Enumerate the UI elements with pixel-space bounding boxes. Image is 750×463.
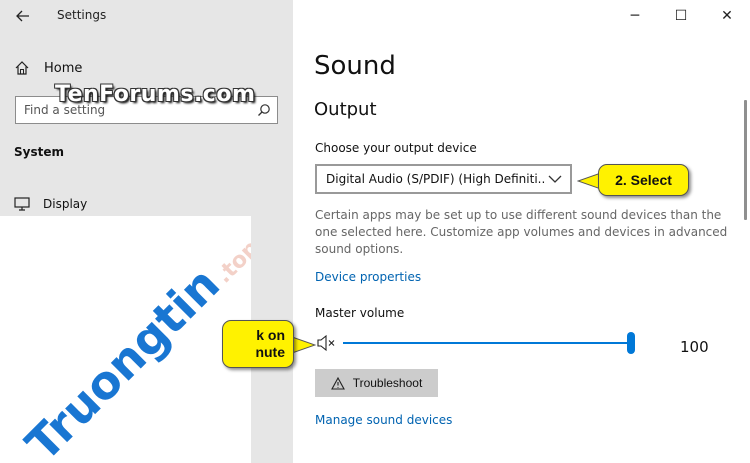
search-icon[interactable]	[257, 103, 271, 117]
truongtin-watermark-suffix: .top	[211, 235, 251, 289]
callout-select: 2. Select	[598, 164, 689, 196]
display-icon	[14, 197, 30, 211]
output-heading: Output	[314, 99, 377, 120]
chevron-down-icon	[548, 175, 562, 183]
scrollbar[interactable]	[744, 100, 747, 220]
app-title: Settings	[57, 8, 107, 22]
truongtin-watermark: Truongtin.top	[15, 219, 251, 463]
callout-mute-line1: k on	[256, 327, 285, 343]
nav-section-system: System	[14, 145, 64, 159]
nav-item-home[interactable]: Home	[14, 57, 82, 79]
title-bar: Settings	[0, 0, 293, 32]
volume-value: 100	[680, 338, 709, 356]
truongtin-watermark-panel: Truongtin.top	[0, 216, 251, 463]
output-device-selected: Digital Audio (S/PDIF) (High Definiti...	[326, 172, 546, 186]
device-properties-link[interactable]: Device properties	[315, 270, 421, 284]
close-button[interactable]: ✕	[704, 0, 750, 32]
home-icon	[15, 61, 29, 75]
truongtin-watermark-text: Truongtin	[15, 256, 230, 463]
page-title: Sound	[314, 51, 396, 81]
output-device-dropdown[interactable]: Digital Audio (S/PDIF) (High Definiti...	[315, 164, 572, 194]
nav-item-display[interactable]: Display	[14, 197, 87, 211]
master-volume-slider[interactable]	[343, 332, 635, 354]
arrow-left-icon	[16, 10, 29, 22]
troubleshoot-label: Troubleshoot	[352, 376, 423, 390]
home-label: Home	[44, 60, 83, 76]
callout-mute: k on nute	[222, 320, 294, 368]
volume-slider-track	[343, 342, 633, 344]
mute-button[interactable]	[316, 334, 338, 352]
warning-icon	[330, 376, 345, 390]
callout-mute-line2: nute	[255, 344, 285, 360]
output-description: Certain apps may be set up to use differ…	[315, 208, 728, 256]
maximize-button[interactable]: ☐	[658, 0, 704, 32]
display-label: Display	[43, 197, 88, 211]
volume-slider-thumb[interactable]	[627, 332, 635, 354]
callout-mute-pointer	[292, 336, 316, 354]
window-controls: ─ ☐ ✕	[612, 0, 750, 32]
tenforums-watermark: TenForums.com	[55, 82, 256, 107]
back-button[interactable]	[10, 4, 36, 28]
speaker-muted-icon	[317, 334, 335, 352]
minimize-button[interactable]: ─	[612, 0, 658, 32]
output-device-label: Choose your output device	[315, 141, 477, 155]
manage-sound-devices-link[interactable]: Manage sound devices	[315, 413, 452, 427]
master-volume-label: Master volume	[315, 306, 405, 320]
troubleshoot-button[interactable]: Troubleshoot	[315, 369, 438, 397]
